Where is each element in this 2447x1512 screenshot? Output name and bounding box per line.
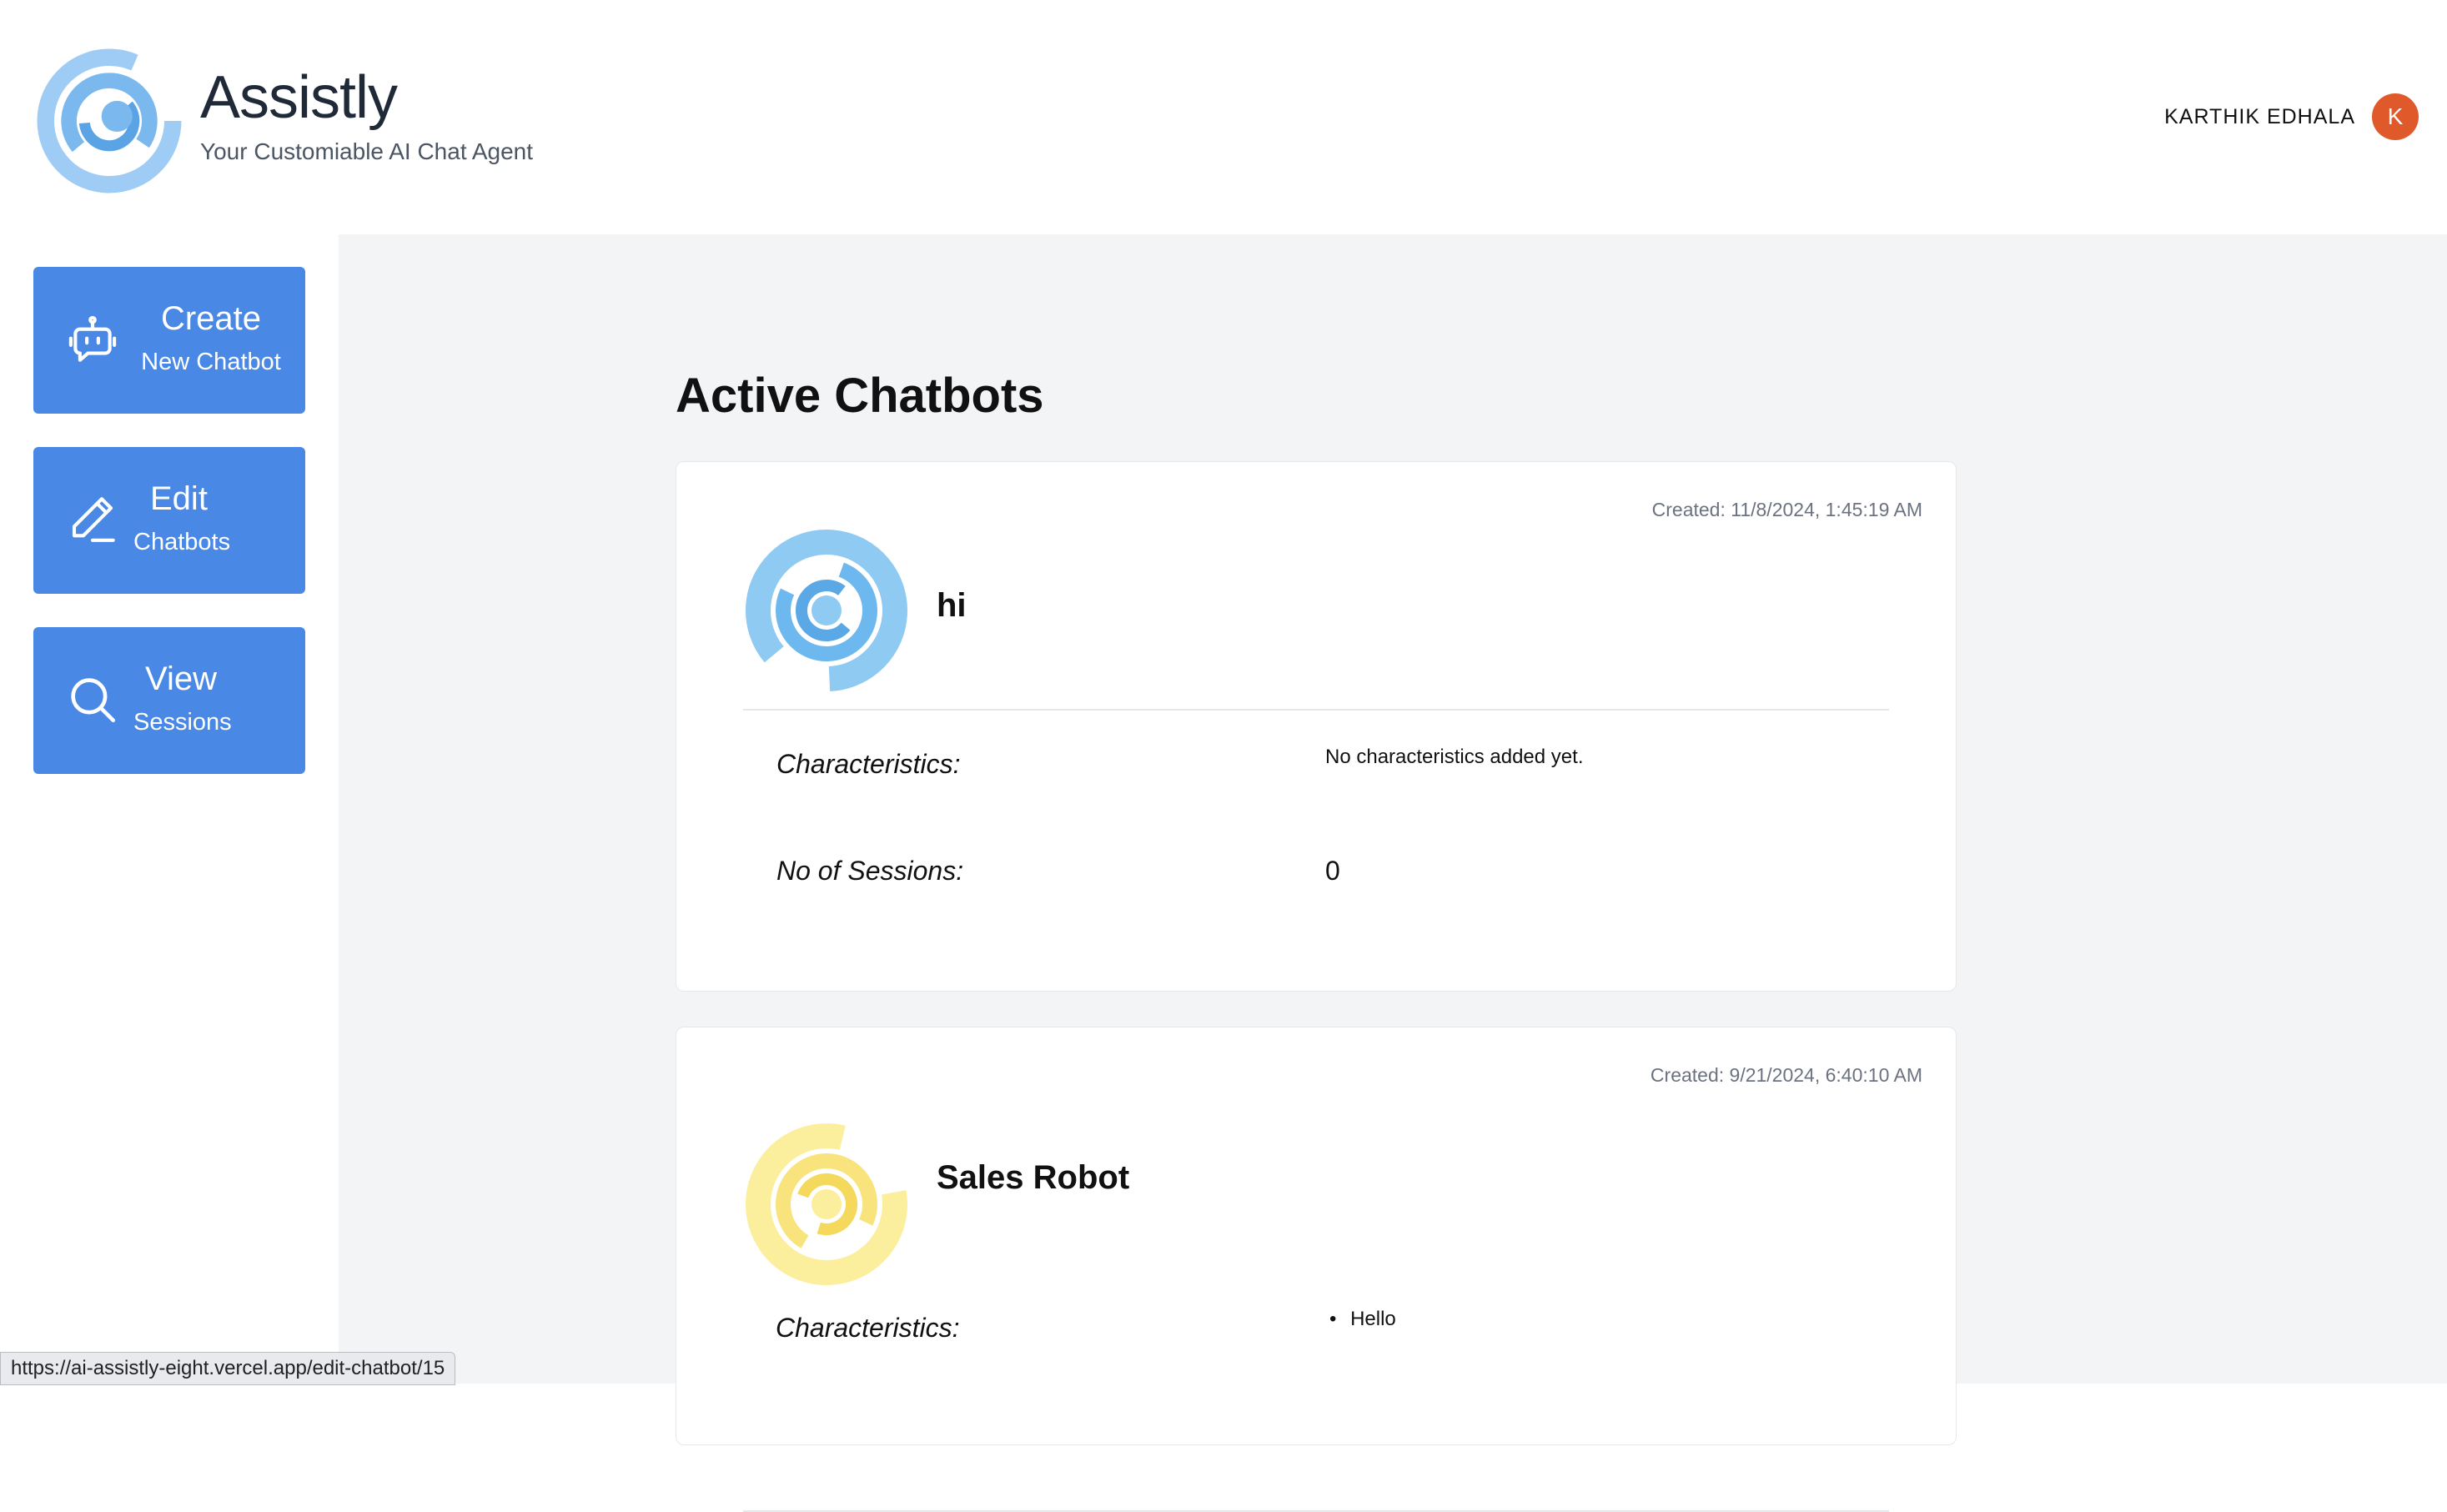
assistly-logo-icon[interactable]: [32, 43, 187, 198]
chatbot-card[interactable]: Created: 11/8/2024, 1:45:19 AM hi Charac…: [676, 461, 1957, 992]
status-bar-url: https://ai-assistly-eight.vercel.app/edi…: [0, 1352, 456, 1385]
app-subtitle: Your Customiable AI Chat Agent: [200, 138, 533, 164]
edit-button-title: Edit: [150, 480, 208, 517]
chatbot-name: Sales Robot: [937, 1159, 1130, 1196]
main-content: Active Chatbots Created: 11/8/2024, 1:45…: [339, 234, 2447, 1512]
characteristics-label: Characteristics:: [776, 749, 961, 779]
top-header: Assistly Your Customiable AI Chat Agent …: [0, 0, 2447, 234]
view-button-subtitle: Sessions: [133, 709, 232, 736]
view-sessions-button[interactable]: View Sessions: [33, 627, 305, 774]
characteristic-item: • Hello: [1329, 1308, 1396, 1331]
characteristic-text: Hello: [1350, 1308, 1396, 1330]
sessions-label: No of Sessions:: [776, 856, 964, 886]
user-name: KARTHIK EDHALA: [2164, 105, 2355, 128]
create-new-chatbot-button[interactable]: Create New Chatbot: [33, 267, 305, 414]
chatbot-avatar-icon: [746, 1123, 907, 1285]
chatbot-name: hi: [937, 587, 967, 624]
sessions-value: 0: [1325, 856, 1340, 886]
characteristics-value: No characteristics added yet.: [1325, 746, 1584, 768]
app-title: Assistly: [200, 64, 398, 131]
robot-icon: [68, 315, 117, 362]
edit-chatbots-button[interactable]: Edit Chatbots: [33, 447, 305, 594]
page-title: Active Chatbots: [676, 369, 1044, 423]
create-button-title: Create: [160, 300, 262, 337]
search-icon: [71, 678, 116, 723]
pencil-icon: [72, 497, 115, 542]
card-divider: [743, 709, 1889, 711]
chatbot-card[interactable]: Created: 9/21/2024, 6:40:10 AM Sales Rob…: [676, 1027, 1957, 1512]
chatbot-avatar-icon: [746, 530, 907, 691]
user-avatar[interactable]: K: [2372, 93, 2419, 140]
edit-button-subtitle: Chatbots: [133, 529, 231, 555]
bullet-icon: •: [1329, 1308, 1337, 1330]
view-button-title: View: [145, 661, 217, 697]
create-button-subtitle: New Chatbot: [141, 349, 281, 375]
characteristics-label: Characteristics:: [776, 1313, 960, 1343]
created-date: Created: 11/8/2024, 1:45:19 AM: [1651, 499, 1922, 520]
created-date: Created: 9/21/2024, 6:40:10 AM: [1650, 1064, 1922, 1086]
